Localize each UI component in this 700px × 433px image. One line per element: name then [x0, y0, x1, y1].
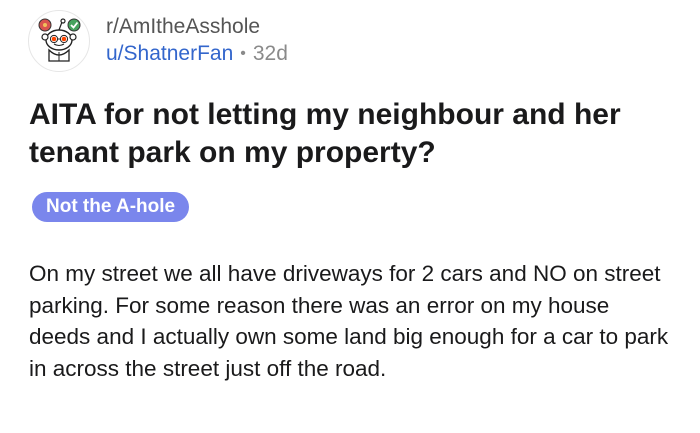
- meta-separator: •: [240, 45, 246, 62]
- post-title[interactable]: AITA for not letting my neighbour and he…: [29, 96, 669, 172]
- post-meta: r/AmItheAsshole u/ShatnerFan • 32d: [106, 14, 288, 68]
- author-line: u/ShatnerFan • 32d: [106, 40, 288, 68]
- post-age: 32d: [252, 42, 288, 65]
- author-link[interactable]: u/ShatnerFan: [106, 40, 233, 68]
- post-body: On my street we all have driveways for 2…: [29, 261, 669, 381]
- subreddit-link[interactable]: r/AmItheAsshole: [106, 14, 288, 40]
- post-card[interactable]: r/AmItheAsshole u/ShatnerFan • 32d AITA …: [0, 0, 700, 433]
- post-flair[interactable]: Not the A-hole: [32, 192, 190, 222]
- snoo-judge-icon: [38, 18, 81, 62]
- post-header: r/AmItheAsshole u/ShatnerFan • 32d: [28, 10, 288, 72]
- subreddit-avatar[interactable]: [28, 10, 90, 72]
